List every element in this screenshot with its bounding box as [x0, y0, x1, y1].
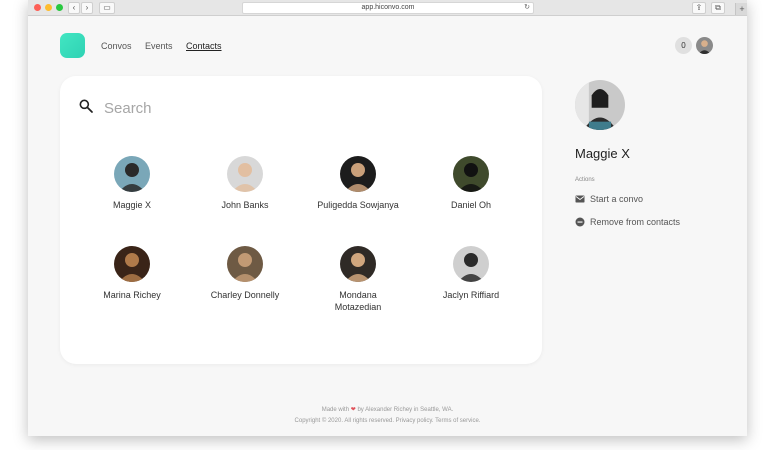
heart-icon: ❤: [350, 407, 356, 413]
contact-name: Jaclyn Riffiard: [442, 290, 500, 300]
search-icon: [79, 99, 93, 113]
contact-avatar-image: [114, 246, 150, 282]
start-convo-label: Start a convo: [590, 194, 644, 204]
contact-avatar: [453, 246, 489, 282]
contact-item[interactable]: Charley Donnelly: [185, 246, 305, 301]
contact-avatar: [227, 246, 263, 282]
search-input[interactable]: [102, 96, 406, 120]
contacts-card: Maggie X John Banks Puligedda Sowjanya Dani…: [60, 76, 542, 364]
contact-name: Puligedda Sowjanya: [317, 200, 399, 210]
contact-name: Mondana Motazedian: [334, 290, 382, 312]
profile-name: Maggie X: [575, 146, 630, 161]
url-text: app.hiconvo.com: [361, 4, 415, 11]
nav-events[interactable]: Events: [145, 41, 173, 51]
contact-name: Marina Richey: [103, 290, 161, 300]
url-bar[interactable]: app.hiconvo.com ↻: [242, 2, 534, 14]
close-window-button[interactable]: [34, 4, 41, 11]
user-avatar-image: [696, 37, 713, 54]
tabs-overview-icon[interactable]: ⧉: [711, 2, 725, 14]
contact-item[interactable]: John Banks: [185, 156, 305, 211]
reload-icon[interactable]: ↻: [524, 3, 530, 13]
start-convo-button[interactable]: Start a convo: [575, 194, 643, 204]
remove-contact-label: Remove from contacts: [590, 217, 681, 227]
contact-avatar: [340, 246, 376, 282]
actions-label: Actions: [575, 177, 595, 183]
contact-name: Daniel Oh: [450, 200, 492, 210]
contact-avatar-image: [227, 246, 263, 282]
contact-avatar: [114, 156, 150, 192]
new-tab-button[interactable]: +: [735, 3, 747, 15]
contact-avatar-image: [453, 246, 489, 282]
minimize-window-button[interactable]: [45, 4, 52, 11]
footer-made-with: Made with ❤ by Alexander Richey in Seatt…: [28, 406, 747, 413]
contact-avatar-image: [114, 156, 150, 192]
browser-window: ‹ › ▭ app.hiconvo.com ↻ ⇪ ⧉ + Convos Eve…: [28, 0, 747, 436]
footer-made-suffix: by Alexander Richey in Seattle, WA.: [357, 407, 454, 413]
mail-icon: [575, 195, 585, 203]
app-logo[interactable]: [60, 33, 85, 58]
footer-made-prefix: Made with: [321, 407, 350, 413]
zoom-window-button[interactable]: [56, 4, 63, 11]
contact-item[interactable]: Jaclyn Riffiard: [411, 246, 531, 301]
contact-item[interactable]: Marina Richey: [72, 246, 192, 301]
share-icon[interactable]: ⇪: [692, 2, 706, 14]
browser-titlebar: ‹ › ▭ app.hiconvo.com ↻ ⇪ ⧉ +: [28, 0, 747, 16]
back-button[interactable]: ‹: [68, 2, 80, 14]
contact-avatar: [227, 156, 263, 192]
contact-item[interactable]: Maggie X: [72, 156, 192, 211]
contact-item[interactable]: Puligedda Sowjanya: [298, 156, 418, 211]
contact-avatar-image: [340, 246, 376, 282]
contact-name: Maggie X: [112, 200, 152, 210]
contact-item[interactable]: Mondana Motazedian: [298, 246, 418, 313]
contact-item[interactable]: Daniel Oh: [411, 156, 531, 211]
contact-avatar-image: [340, 156, 376, 192]
notification-count-badge[interactable]: 0: [675, 37, 692, 54]
remove-contact-button[interactable]: Remove from contacts: [575, 217, 680, 227]
remove-icon: [575, 217, 585, 227]
profile-avatar-image: [575, 80, 625, 130]
user-avatar[interactable]: [696, 37, 713, 54]
contact-avatar: [453, 156, 489, 192]
contact-avatar-image: [453, 156, 489, 192]
sidebar-toggle-icon[interactable]: ▭: [99, 2, 115, 14]
contact-name: Charley Donnelly: [210, 290, 280, 300]
contact-avatar: [340, 156, 376, 192]
profile-avatar: [575, 80, 625, 130]
contact-avatar-image: [227, 156, 263, 192]
nav-contacts[interactable]: Contacts: [186, 41, 222, 51]
forward-button[interactable]: ›: [81, 2, 93, 14]
nav-convos[interactable]: Convos: [101, 41, 132, 51]
contact-name: John Banks: [221, 200, 269, 210]
contact-avatar: [114, 246, 150, 282]
footer-copyright[interactable]: Copyright © 2020. All rights reserved. P…: [28, 418, 747, 424]
